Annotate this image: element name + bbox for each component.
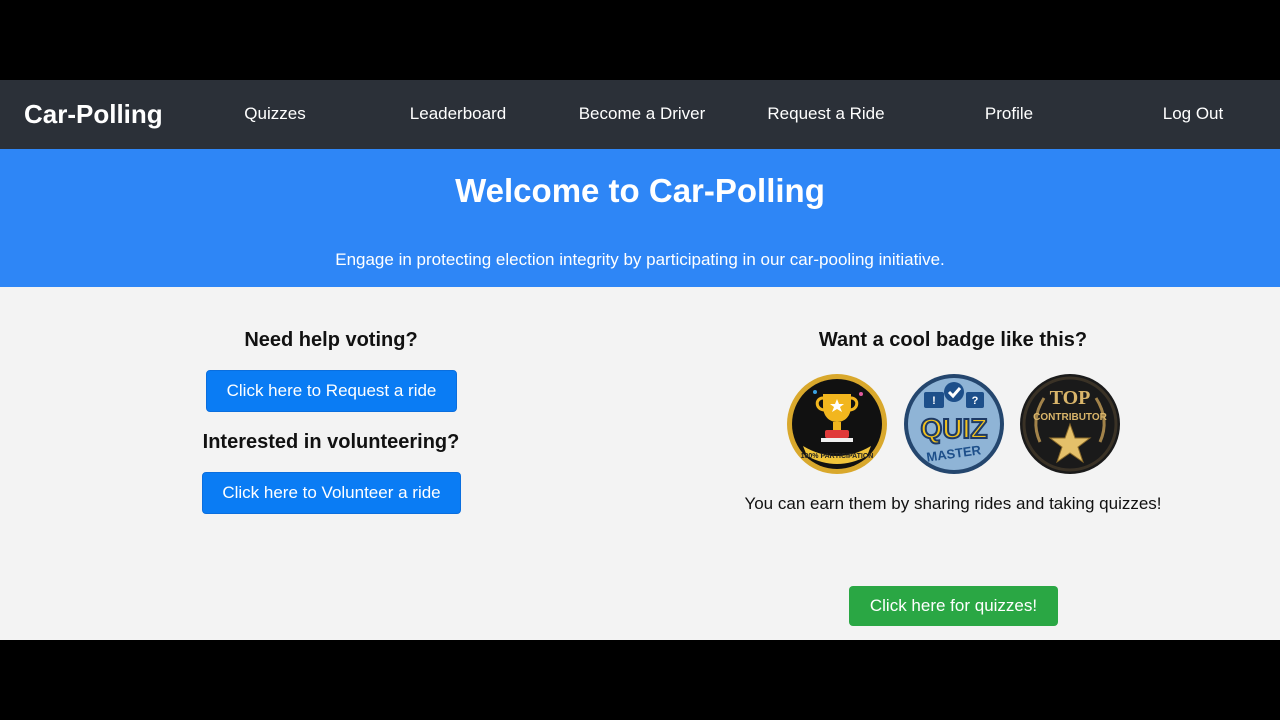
nav-link-leaderboard[interactable]: Leaderboard	[410, 102, 506, 126]
navbar: Car-Polling Quizzes Leaderboard Become a…	[0, 80, 1280, 149]
top-contributor-badge-title: TOP	[1050, 387, 1091, 409]
hero-banner: Welcome to Car-Polling Engage in protect…	[0, 149, 1280, 287]
trophy-badge-icon: 100% PARTICIPATION	[785, 372, 889, 476]
volunteer-heading: Interested in volunteering?	[202, 431, 460, 453]
nav-link-profile[interactable]: Profile	[985, 102, 1033, 126]
nav-link-request-ride[interactable]: Request a Ride	[767, 102, 884, 126]
svg-text:?: ?	[972, 395, 979, 407]
quizzes-button[interactable]: Click here for quizzes!	[849, 586, 1058, 626]
app-frame: Car-Polling Quizzes Leaderboard Become a…	[0, 80, 1280, 640]
brand-logo[interactable]: Car-Polling	[24, 97, 163, 131]
voting-help-heading: Need help voting?	[244, 329, 418, 351]
svg-text:!: !	[932, 395, 936, 407]
top-contributor-badge-subtitle: CONTRIBUTOR	[1033, 412, 1107, 423]
top-contributor-badge-icon: TOP CONTRIBUTOR	[1018, 372, 1122, 476]
nav-link-become-driver[interactable]: Become a Driver	[579, 102, 706, 126]
volunteer-ride-button[interactable]: Click here to Volunteer a ride	[202, 472, 461, 514]
quiz-master-badge-icon: ! ? QUIZ MASTER	[902, 372, 1006, 476]
trophy-badge-text: 100% PARTICIPATION	[801, 453, 874, 460]
hero-subtitle: Engage in protecting election integrity …	[335, 250, 945, 269]
earn-badges-note: You can earn them by sharing rides and t…	[744, 494, 1162, 513]
quiz-badge-title: QUIZ	[921, 413, 988, 444]
badge-heading: Want a cool badge like this?	[818, 329, 1088, 351]
nav-link-logout[interactable]: Log Out	[1163, 102, 1224, 126]
badge-row: 100% PARTICIPATION ! ? QUIZ MASTER TOP C…	[703, 372, 1203, 476]
page-title: Welcome to Car-Polling	[455, 172, 825, 209]
nav-link-quizzes[interactable]: Quizzes	[244, 102, 305, 126]
request-ride-button[interactable]: Click here to Request a ride	[206, 370, 457, 412]
